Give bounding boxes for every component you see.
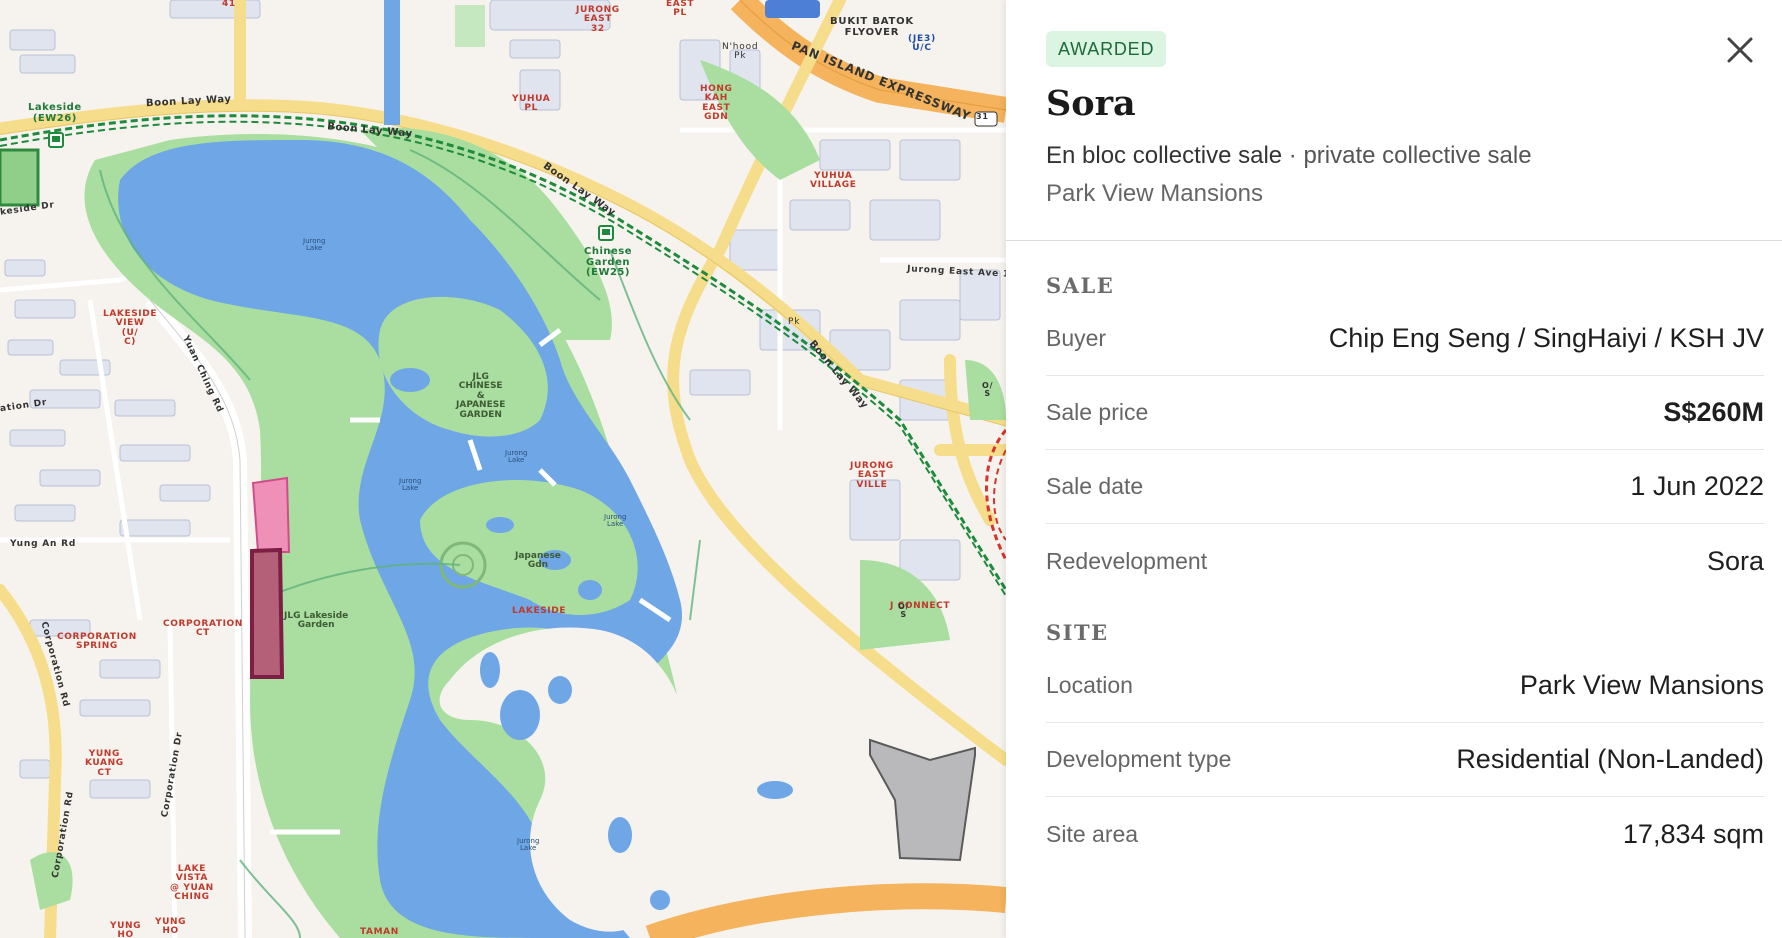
map-label-estate: YUHUA VILLAGE [810,171,857,191]
detail-row-buyer: Buyer Chip Eng Seng / SingHaiyi / KSH JV [1046,302,1764,376]
detail-value: S$260M [1663,397,1764,427]
map-label-estate: 41 [222,0,236,9]
map-label-road: Yung An Rd [10,539,77,549]
map-label-park: N'hood Pk [722,42,759,62]
map-label-lake: Jurong Lake [303,237,326,253]
map-label-poi: LAKESIDE [512,606,567,616]
detail-label: Location [1046,672,1133,698]
detail-row-development-type: Development type Residential (Non-Landed… [1046,723,1764,797]
map-label-estate: JURONG EAST VILLE [850,461,894,490]
detail-label: Sale date [1046,473,1144,499]
map-label-expressway-number: 31 [976,112,989,121]
map-label-lake: Jurong Lake [399,477,422,493]
sale-type-secondary: · private collective sale [1282,142,1532,169]
detail-label: Development type [1046,746,1232,772]
sale-type: En bloc collective sale · private collec… [1046,142,1743,170]
detail-row-site-area: Site area 17,834 sqm [1046,797,1764,871]
detail-row-redevelopment: Redevelopment Sora [1046,524,1764,598]
map-label-os: O/S [982,381,994,399]
detail-value[interactable]: Sora [1707,546,1764,577]
sale-details: Buyer Chip Eng Seng / SingHaiyi / KSH JV… [1006,302,1782,598]
close-icon [1727,37,1753,63]
map-label-estate: JURONG EAST 32 [576,5,620,34]
map-label-garden[interactable]: JLG Lakeside Garden [284,611,348,631]
detail-label: Buyer [1046,325,1107,351]
map-label-lake: Jurong Lake [517,837,540,853]
detail-value: Residential (Non-Landed) [1456,744,1764,774]
section-title-site: SITE [1046,620,1109,645]
map-label-lakeside-station[interactable]: Lakeside (EW26) [28,102,82,124]
map-label-lake: Jurong Lake [505,449,528,465]
map-label-estate: TAMAN [360,927,399,937]
detail-value: Park View Mansions [1519,670,1764,700]
detail-panel: AWARDED Sora En bloc collective sale · p… [1006,0,1782,938]
map-label-estate: YUNG HO [110,921,142,938]
detail-row-sale-price: Sale price S$260M [1046,376,1764,450]
detail-row-location: Location Park View Mansions [1046,649,1764,723]
map-label-chinese-garden-station[interactable]: Chinese Garden (EW25) [584,246,632,279]
detail-value: Chip Eng Seng / SingHaiyi / KSH JV [1328,323,1764,353]
mrt-station-icon[interactable] [48,132,64,148]
detail-label: Redevelopment [1046,547,1208,574]
section-title-sale: SALE [1046,273,1115,298]
detail-value: 17,834 sqm [1622,818,1764,849]
map-label-flyover: BUKIT BATOK FLYOVER [830,16,914,38]
close-button[interactable] [1720,30,1760,70]
detail-label: Sale price [1046,399,1149,425]
sale-type-primary: En bloc collective sale [1046,142,1283,169]
map-label-estate: YUNG KUANG CT [85,749,124,778]
property-name: Park View Mansions [1046,180,1263,207]
map-label-estate: LAKESIDE VIEW (U/C) [103,309,158,348]
map-label-estate: CORPORATION CT [163,619,243,639]
map-view[interactable]: Lakeside (EW26) Chinese Garden (EW25) Boon … [0,0,1006,938]
map-label-estate: YUHUA PL [512,94,551,114]
site-details: Location Park View Mansions Development … [1006,649,1782,871]
status-badge: AWARDED [1046,31,1167,67]
map-label-estate: EAST PL [666,0,695,19]
map-label-estate: LAKE VISTA @ YUAN CHING [170,864,214,903]
map-label-estate: CORPORATION SPRING [57,632,137,652]
map-label-garden[interactable]: Japanese Gdn [515,551,561,571]
map-label-os: O/S [898,602,910,620]
map-label-garden[interactable]: JLG CHINESE & JAPANESE GARDEN [456,372,505,420]
page-title: Sora [1046,83,1136,124]
map-label-park: Pk [788,317,801,327]
map-label-estate: HONG KAH EAST GDN [700,84,733,123]
detail-label: Site area [1046,820,1139,847]
mrt-station-icon[interactable] [598,225,614,241]
panel-header: AWARDED Sora En bloc collective sale · p… [1006,0,1782,241]
map-label-estate: YUNG HO [155,917,187,937]
map-label-lake: Jurong Lake [604,513,627,529]
detail-row-sale-date: Sale date 1 Jun 2022 [1046,450,1764,524]
detail-value: 1 Jun 2022 [1630,471,1764,501]
map-label-je3: (JE3) U/C [908,34,936,54]
